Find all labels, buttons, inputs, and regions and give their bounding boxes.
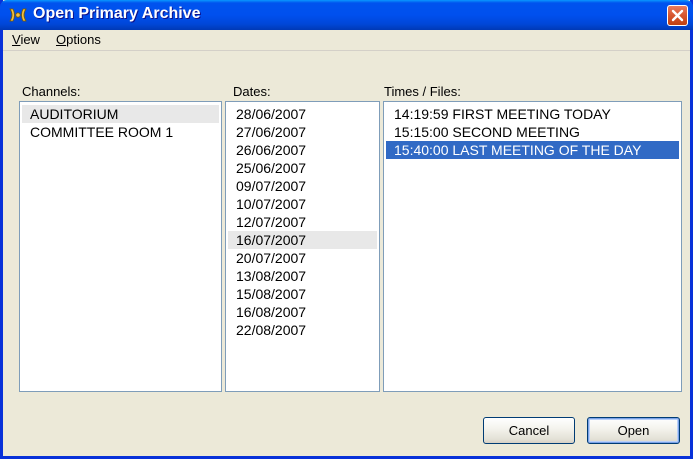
title-bar[interactable]: Open Primary Archive	[0, 0, 693, 30]
channels-label: Channels:	[22, 84, 81, 99]
list-item[interactable]: 16/07/2007	[228, 231, 377, 249]
list-item[interactable]: 12/07/2007	[228, 213, 377, 231]
list-item[interactable]: 10/07/2007	[228, 195, 377, 213]
list-item[interactable]: COMMITTEE ROOM 1	[22, 123, 219, 141]
list-item[interactable]: 20/07/2007	[228, 249, 377, 267]
close-icon	[671, 9, 684, 22]
list-item-selected[interactable]: 15:40:00 LAST MEETING OF THE DAY	[386, 141, 679, 159]
menu-options-accel: O	[56, 32, 67, 47]
list-item[interactable]: 25/06/2007	[228, 159, 377, 177]
times-files-label: Times / Files:	[384, 84, 461, 99]
times-files-list[interactable]: 14:19:59 FIRST MEETING TODAY 15:15:00 SE…	[383, 101, 682, 392]
channels-list[interactable]: AUDITORIUM COMMITTEE ROOM 1	[19, 101, 222, 392]
list-item[interactable]: 16/08/2007	[228, 303, 377, 321]
list-item[interactable]: 28/06/2007	[228, 105, 377, 123]
menu-bar: View Options	[3, 30, 690, 51]
window-title: Open Primary Archive	[33, 5, 201, 22]
open-archive-dialog: Open Primary Archive View Options Channe…	[0, 0, 693, 459]
archive-app-icon	[8, 6, 28, 24]
dates-list[interactable]: 28/06/2007 27/06/2007 26/06/2007 25/06/2…	[225, 101, 380, 392]
list-item[interactable]: 09/07/2007	[228, 177, 377, 195]
cancel-button[interactable]: Cancel	[483, 417, 575, 444]
menu-view[interactable]: View	[12, 32, 40, 47]
close-button[interactable]	[667, 5, 688, 26]
open-button[interactable]: Open	[587, 417, 680, 444]
menu-view-label: iew	[20, 32, 40, 47]
list-item[interactable]: 15:15:00 SECOND MEETING	[386, 123, 679, 141]
list-item[interactable]: AUDITORIUM	[22, 105, 219, 123]
list-item[interactable]: 26/06/2007	[228, 141, 377, 159]
list-item[interactable]: 22/08/2007	[228, 321, 377, 339]
list-item[interactable]: 14:19:59 FIRST MEETING TODAY	[386, 105, 679, 123]
list-item[interactable]: 13/08/2007	[228, 267, 377, 285]
menu-options-label: ptions	[66, 32, 101, 47]
list-item[interactable]: 27/06/2007	[228, 123, 377, 141]
dates-label: Dates:	[233, 84, 271, 99]
menu-options[interactable]: Options	[56, 32, 101, 47]
list-item[interactable]: 15/08/2007	[228, 285, 377, 303]
